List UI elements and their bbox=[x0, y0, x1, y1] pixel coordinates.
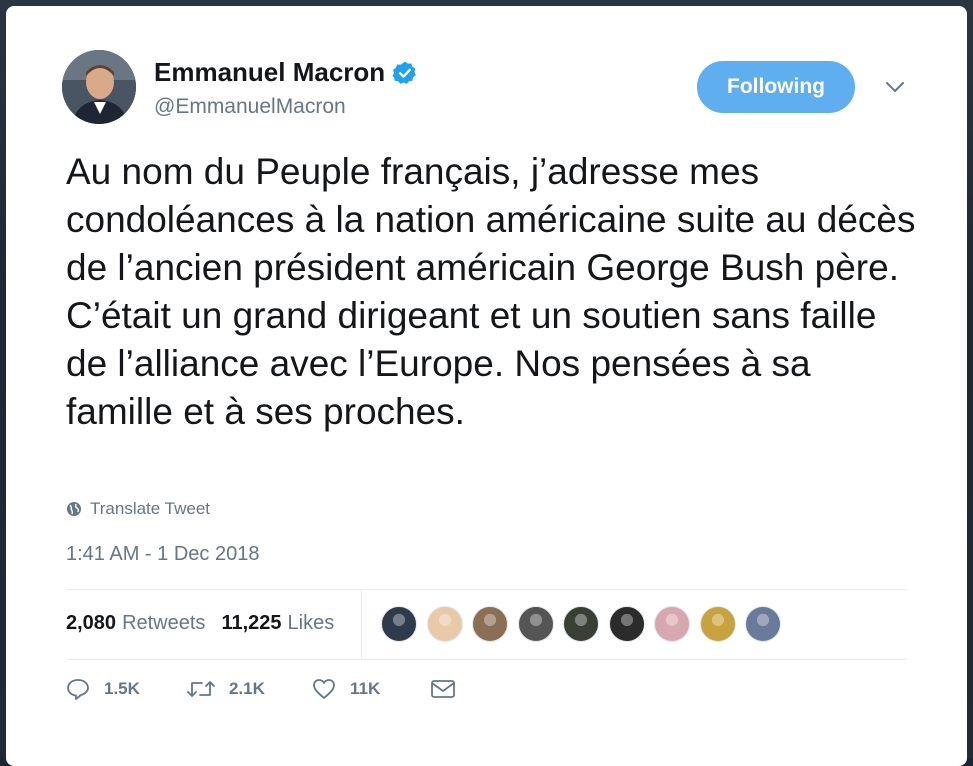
reply-button[interactable]: 1.5K bbox=[66, 678, 187, 700]
author-handle[interactable]: @EmmanuelMacron bbox=[154, 95, 346, 119]
reply-icon bbox=[67, 679, 89, 700]
retweet-count: 2.1K bbox=[229, 679, 265, 698]
liker-avatar[interactable] bbox=[517, 606, 554, 642]
liker-avatar[interactable] bbox=[426, 606, 463, 642]
tweet-stats: 2,080 Retweets 11,225 Likes bbox=[66, 612, 350, 635]
liker-avatar[interactable] bbox=[608, 606, 645, 642]
tweet-actions: 1.5K 2.1K 11K bbox=[66, 678, 470, 700]
stats-separator bbox=[361, 590, 362, 660]
reply-count: 1.5K bbox=[104, 679, 140, 698]
retweets-label: Retweets bbox=[122, 612, 206, 634]
divider-bottom bbox=[66, 659, 907, 660]
retweets-stat[interactable]: 2,080 Retweets bbox=[66, 612, 205, 635]
like-count: 11K bbox=[350, 679, 381, 698]
liker-avatar[interactable] bbox=[745, 606, 781, 642]
likes-label: Likes bbox=[287, 612, 335, 634]
liker-avatar[interactable] bbox=[381, 606, 417, 642]
translate-label[interactable]: Translate Tweet bbox=[90, 499, 210, 519]
retweet-button[interactable]: 2.1K bbox=[187, 679, 312, 699]
verified-badge-icon bbox=[392, 60, 418, 86]
retweet-icon bbox=[187, 681, 215, 697]
liker-avatar[interactable] bbox=[563, 606, 599, 642]
liker-avatar[interactable] bbox=[654, 606, 690, 642]
divider-top bbox=[66, 589, 907, 590]
liker-avatar[interactable] bbox=[472, 606, 508, 642]
globe-icon bbox=[67, 502, 81, 516]
author-name-text[interactable]: Emmanuel Macron bbox=[154, 57, 385, 88]
envelope-icon bbox=[431, 680, 455, 698]
like-button[interactable]: 11K bbox=[312, 678, 430, 700]
translate-tweet-link[interactable]: Translate Tweet bbox=[66, 499, 210, 519]
tweet-text: Au nom du Peuple français, j’adresse mes… bbox=[66, 151, 916, 432]
direct-message-button[interactable] bbox=[430, 679, 470, 699]
chevron-down-icon[interactable] bbox=[884, 80, 906, 94]
retweets-count: 2,080 bbox=[66, 612, 117, 634]
author-avatar[interactable] bbox=[62, 50, 136, 124]
liker-avatars bbox=[381, 606, 791, 642]
likes-stat[interactable]: 11,225 Likes bbox=[221, 612, 334, 635]
tweet-timestamp[interactable]: 1:41 AM - 1 Dec 2018 bbox=[66, 543, 259, 566]
heart-icon bbox=[313, 679, 335, 699]
author-name[interactable]: Emmanuel Macron bbox=[154, 57, 418, 88]
liker-avatar[interactable] bbox=[699, 606, 736, 642]
following-button[interactable]: Following bbox=[697, 61, 855, 113]
likes-count: 11,225 bbox=[221, 612, 282, 634]
